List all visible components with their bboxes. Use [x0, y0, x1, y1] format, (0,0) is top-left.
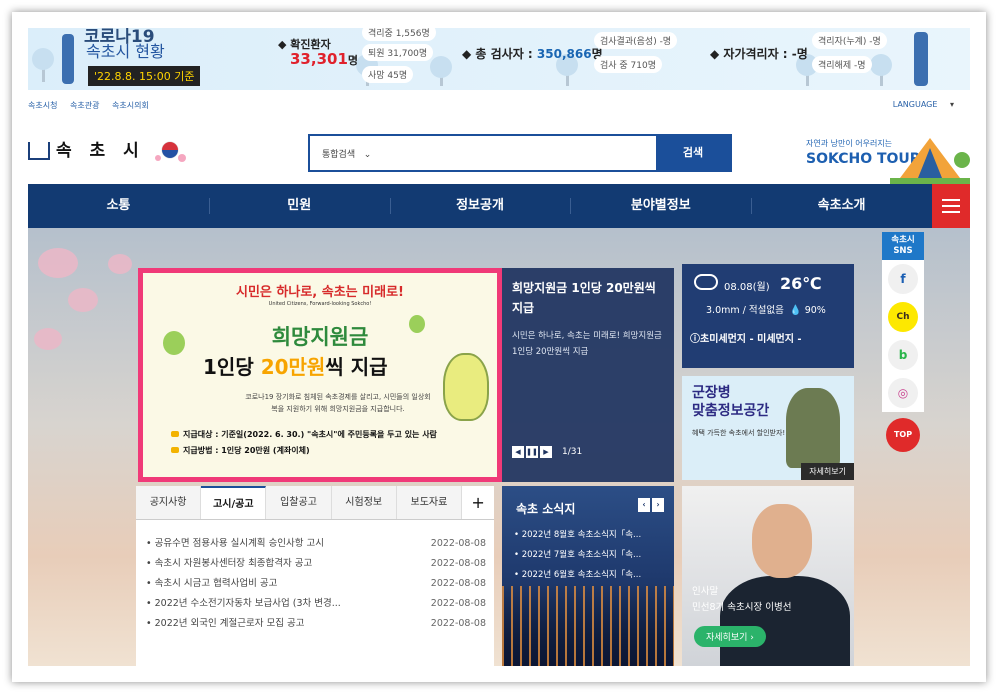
menu-icon[interactable] — [931, 184, 970, 228]
browser-frame: 코로나19 속초시 현황 '22.8.8. 15:00 기준 ◆ 확진환자 33… — [12, 12, 986, 682]
weather-dust: ⓘ초미세먼지 - 미세먼지 - — [690, 334, 802, 345]
weather-widget: 08.08(월) 26℃ 3.0mm / 적설없음 💧 90% ⓘ초미세먼지 -… — [682, 264, 854, 368]
tab-press[interactable]: 보도자료 — [396, 486, 463, 519]
covid-date: '22.8.8. 15:00 기준 — [88, 66, 201, 86]
tab-announcement[interactable]: 고시/공고 — [201, 486, 267, 519]
military-subtitle: 혜택 가득한 속초에서 할인받자! — [692, 429, 786, 437]
chevron-right-icon[interactable]: › — [652, 498, 664, 512]
tested-pill-pending: 검사 중 710명 — [594, 56, 663, 73]
slide-info-title[interactable]: 희망지원금 1인당 20만원씩 지급 — [512, 278, 662, 318]
sns-sidebar: 속초시 SNS f Ch b ◎ TOP — [882, 232, 924, 452]
confirmed-value: 33,301명 — [290, 50, 359, 68]
band-icon[interactable]: b — [888, 340, 918, 370]
tab-exam[interactable]: 시험정보 — [331, 486, 397, 519]
sns-icons: f Ch b ◎ — [882, 260, 924, 412]
tab-notice[interactable]: 공지사항 — [136, 486, 202, 519]
person-illustration — [62, 34, 74, 84]
newsletter-title: 속초 소식지 — [516, 502, 576, 516]
tested-summary: ◆ 총 검사자 : 350,866명 — [462, 47, 603, 61]
slide-main-title: 희망지원금 — [271, 325, 369, 349]
scroll-top-button[interactable]: TOP — [886, 418, 920, 452]
slide-main-subtitle: 1인당 20만원씩 지급 — [203, 355, 388, 379]
city-night-image — [502, 586, 674, 666]
slide-description: 코로나19 장기화로 침체된 속초경제를 살리고, 시민들의 일상회복을 지원하… — [245, 393, 431, 413]
instagram-icon[interactable]: ◎ — [888, 378, 918, 408]
list-item[interactable]: • 2022년 6월호 속초소식지「속... — [514, 568, 641, 580]
nav-field-info[interactable]: 분야별정보 — [570, 184, 751, 228]
sns-header: 속초시 SNS — [882, 232, 924, 260]
self-pill-total: 격리자(누계) -명 — [812, 32, 887, 49]
notice-list: 공유수면 점용사용 실시계획 승인사항 고시2022-08-08 속초시 자원봉… — [146, 534, 486, 634]
mayor-greeting-panel: 인사말 민선8기 속초시장 이병선 자세히보기 › — [682, 486, 854, 666]
list-item[interactable]: • 2022년 8월호 속초소식지「속... — [514, 528, 641, 540]
slide-headline: 시민은 하나로, 속초는 미래로! — [236, 285, 404, 300]
slide-headline-en: United Citizens, Forward-looking Sokcho! — [268, 301, 372, 307]
link-council[interactable]: 속초시의회 — [112, 101, 149, 110]
list-item[interactable]: 2022년 수소전기자동차 보급사업 (3차 변경...2022-08-08 — [146, 594, 486, 614]
covid-status-banner[interactable]: 코로나19 속초시 현황 '22.8.8. 15:00 기준 ◆ 확진환자 33… — [28, 28, 970, 90]
stat-pill-isolated: 격리중 1,556명 — [362, 28, 436, 41]
weather-rain: 3.0mm / 적설없음 💧 90% — [706, 305, 826, 316]
flag-flower-icon — [155, 141, 186, 162]
self-pill-released: 격리해제 -명 — [812, 56, 872, 73]
military-detail-button[interactable]: 자세히보기 — [801, 463, 854, 480]
main-nav: 소통 민원 정보공개 분야별정보 속초소개 — [28, 184, 970, 228]
search-box: 통합검색 ⌄ 검색 — [308, 134, 732, 172]
search-button[interactable]: 검색 — [656, 136, 730, 170]
nav-info-disclosure[interactable]: 정보공개 — [389, 184, 571, 228]
stat-pill-discharged: 퇴원 31,700명 — [362, 44, 434, 61]
main-slide-banner[interactable]: 시민은 하나로, 속초는 미래로! United Citizens, Forwa… — [138, 268, 502, 482]
list-item[interactable]: 속초시 자원봉사센터장 최종합격자 공고2022-08-08 — [146, 554, 486, 574]
site-logo[interactable]: 속 초 시 — [28, 136, 145, 161]
military-title: 군장병 맞춤정보공간 — [692, 385, 770, 419]
list-item[interactable]: 공유수면 점용사용 실시계획 승인사항 고시2022-08-08 — [146, 534, 486, 554]
slide-page-count: 1/31 — [562, 447, 583, 457]
nav-civil-service[interactable]: 민원 — [208, 184, 390, 228]
rain-cloud-icon — [694, 274, 718, 290]
slide-bullet-target: 지급대상 : 기준일(2022. 6. 30.) "속초시"에 주민등록을 두고… — [171, 429, 437, 440]
newsletter-arrows: ‹ › — [638, 498, 664, 512]
page: 코로나19 속초시 현황 '22.8.8. 15:00 기준 ◆ 확진환자 33… — [28, 28, 970, 666]
soldier-illustration — [786, 388, 840, 468]
kakao-channel-icon[interactable]: Ch — [888, 302, 918, 332]
pause-icon[interactable]: ❚❚ — [526, 446, 538, 458]
list-item[interactable]: • 2022년 7월호 속초소식지「속... — [514, 548, 641, 560]
next-icon[interactable]: ▶ — [540, 446, 552, 458]
mayor-detail-button[interactable]: 자세히보기 › — [694, 626, 766, 647]
link-city-hall[interactable]: 속초시청 — [28, 101, 57, 110]
mascot-illustration — [443, 353, 489, 421]
tab-bid[interactable]: 입찰공고 — [266, 486, 332, 519]
military-info-banner[interactable]: 군장병 맞춤정보공간 혜택 가득한 속초에서 할인받자! 자세히보기 — [682, 376, 854, 480]
slide-controls: ◀ ❚❚ ▶ 1/31 — [512, 446, 582, 458]
mayor-photo-face — [752, 504, 812, 578]
more-icon[interactable]: + — [462, 486, 494, 519]
prev-icon[interactable]: ◀ — [512, 446, 524, 458]
chevron-left-icon[interactable]: ‹ — [638, 498, 650, 512]
top-links: 속초시청 속초관광 속초시의회 LANGUAGE ▾ — [28, 100, 970, 114]
weather-date: 08.08(월) — [724, 282, 770, 293]
notice-board: 공지사항 고시/공고 입찰공고 시험정보 보도자료 + 공유수면 점용사용 실시… — [136, 486, 494, 666]
facebook-icon[interactable]: f — [888, 264, 918, 294]
notice-tabs: 공지사항 고시/공고 입찰공고 시험정보 보도자료 + — [136, 486, 494, 520]
city-logo-icon — [28, 142, 50, 160]
language-selector[interactable]: LANGUAGE ▾ — [893, 100, 954, 109]
link-tourism[interactable]: 속초관광 — [70, 101, 99, 110]
nav-about-sokcho[interactable]: 속초소개 — [751, 184, 932, 228]
slide-bullet-method: 지급방법 : 1인당 20만원 (계좌이체) — [171, 445, 310, 456]
slide-info-desc: 시민은 하나로, 속초는 미래로! 희망지원금 1인당 20만원씩 지급 — [512, 331, 662, 357]
list-item[interactable]: 속초시 시금고 협력사업비 공고2022-08-08 — [146, 574, 486, 594]
newsletter-panel: 속초 소식지 ‹ › • 2022년 8월호 속초소식지「속... • 2022… — [502, 486, 674, 666]
mayor-name: 인사말 민선8기 속초시장 이병선 — [692, 586, 792, 613]
slide-info-panel: 희망지원금 1인당 20만원씩 지급 시민은 하나로, 속초는 미래로! 희망지… — [502, 268, 674, 482]
stat-pill-deaths: 사망 45명 — [362, 66, 414, 83]
tested-pill-negative: 검사결과(음성) -명 — [594, 32, 678, 49]
self-isolation-label: ◆ 자가격리자 : -명 — [710, 47, 808, 61]
list-item[interactable]: 2022년 외국인 계절근로자 모집 공고2022-08-08 — [146, 614, 486, 634]
camping-tent-icon — [890, 138, 970, 184]
weather-temp: 26℃ — [780, 274, 822, 293]
covid-title: 속초시 현황 — [86, 42, 165, 61]
search-scope-select[interactable]: 통합검색 ⌄ — [322, 147, 371, 160]
person-illustration-right — [914, 32, 928, 86]
nav-communication[interactable]: 소통 — [28, 184, 209, 228]
